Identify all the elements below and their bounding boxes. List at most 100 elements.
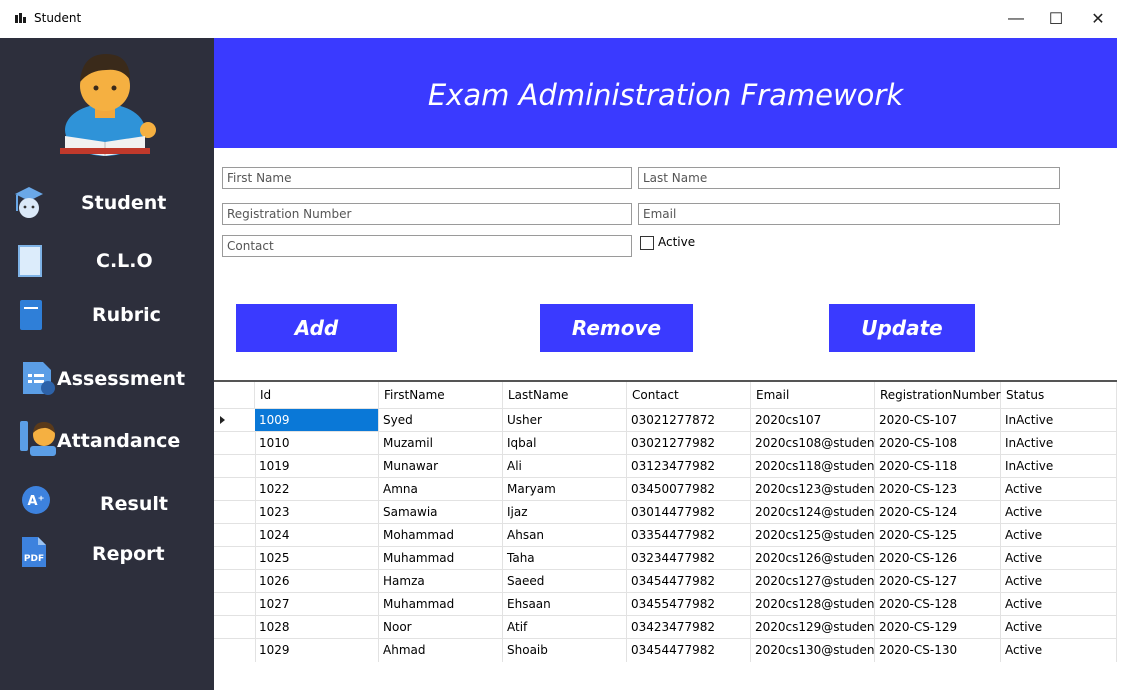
cell-lastname[interactable]: Saeed — [503, 570, 627, 593]
cell-id[interactable]: 1027 — [255, 593, 379, 616]
cell-status[interactable]: Active — [1001, 524, 1117, 547]
cell-email[interactable]: 2020cs107 — [751, 409, 875, 432]
cell-contact[interactable]: 03423477982 — [627, 616, 751, 639]
cell-lastname[interactable]: Ijaz — [503, 501, 627, 524]
cell-id[interactable]: 1024 — [255, 524, 379, 547]
row-header[interactable] — [214, 616, 256, 639]
cell-firstname[interactable]: Hamza — [379, 570, 503, 593]
cell-contact[interactable]: 03354477982 — [627, 524, 751, 547]
cell-firstname[interactable]: Muhammad — [379, 547, 503, 570]
row-header[interactable] — [214, 639, 256, 662]
sidebar-item-result[interactable]: A⁺ Result — [0, 477, 214, 527]
cell-email[interactable]: 2020cs125@studen... — [751, 524, 875, 547]
sidebar-item-rubric[interactable]: Rubric — [0, 290, 214, 340]
cell-firstname[interactable]: Syed — [379, 409, 503, 432]
students-grid[interactable]: Id FirstName LastName Contact Email Regi… — [214, 380, 1117, 692]
cell-contact[interactable]: 03234477982 — [627, 547, 751, 570]
cell-contact[interactable]: 03450077982 — [627, 478, 751, 501]
table-row[interactable]: 1009 Syed Usher 03021277872 2020cs107 2020-CS… — [214, 408, 1117, 432]
table-row[interactable]: 1022 Amna Maryam 03450077982 2020cs123@stude… — [214, 477, 1117, 501]
row-header[interactable] — [214, 432, 256, 455]
cell-lastname[interactable]: Usher — [503, 409, 627, 432]
cell-status[interactable]: Active — [1001, 478, 1117, 501]
table-row[interactable]: 1028 Noor Atif 03423477982 2020cs129@studen.… — [214, 615, 1117, 639]
cell-firstname[interactable]: Ahmad — [379, 639, 503, 662]
registration-number-field[interactable] — [222, 203, 632, 225]
column-header-contact[interactable]: Contact — [627, 382, 751, 408]
cell-id[interactable]: 1022 — [255, 478, 379, 501]
table-row[interactable]: 1026 Hamza Saeed 03454477982 2020cs127@stude… — [214, 569, 1117, 593]
cell-lastname[interactable]: Maryam — [503, 478, 627, 501]
table-row[interactable]: 1025 Muhammad Taha 03234477982 2020cs126@stu… — [214, 546, 1117, 570]
column-header-lastname[interactable]: LastName — [503, 382, 627, 408]
column-header-firstname[interactable]: FirstName — [379, 382, 503, 408]
close-button[interactable]: ✕ — [1075, 4, 1121, 34]
cell-email[interactable]: 2020cs108@studen... — [751, 432, 875, 455]
cell-registration-number[interactable]: 2020-CS-118 — [875, 455, 1001, 478]
column-header-email[interactable]: Email — [751, 382, 875, 408]
cell-email[interactable]: 2020cs127@studen... — [751, 570, 875, 593]
cell-registration-number[interactable]: 2020-CS-123 — [875, 478, 1001, 501]
row-header[interactable] — [214, 547, 256, 570]
row-header[interactable] — [214, 570, 256, 593]
cell-lastname[interactable]: Taha — [503, 547, 627, 570]
row-header[interactable] — [214, 501, 256, 524]
sidebar-item-student[interactable]: Student — [0, 178, 214, 228]
table-row[interactable]: 1019 Munawar Ali 03123477982 2020cs118@stude… — [214, 454, 1117, 478]
cell-registration-number[interactable]: 2020-CS-128 — [875, 593, 1001, 616]
cell-status[interactable]: InActive — [1001, 409, 1117, 432]
cell-id[interactable]: 1009 — [255, 409, 379, 432]
update-button[interactable]: Update — [829, 304, 975, 352]
column-header-id[interactable]: Id — [255, 382, 379, 408]
cell-id[interactable]: 1010 — [255, 432, 379, 455]
add-button[interactable]: Add — [236, 304, 397, 352]
cell-contact[interactable]: 03455477982 — [627, 593, 751, 616]
cell-contact[interactable]: 03454477982 — [627, 570, 751, 593]
cell-firstname[interactable]: Mohammad — [379, 524, 503, 547]
column-header-status[interactable]: Status — [1001, 382, 1117, 408]
row-header[interactable] — [214, 524, 256, 547]
cell-lastname[interactable]: Shoaib — [503, 639, 627, 662]
cell-registration-number[interactable]: 2020-CS-129 — [875, 616, 1001, 639]
cell-email[interactable]: 2020cs126@studen... — [751, 547, 875, 570]
maximize-button[interactable]: ☐ — [1033, 4, 1079, 34]
cell-contact[interactable]: 03454477982 — [627, 639, 751, 662]
cell-lastname[interactable]: Ahsan — [503, 524, 627, 547]
table-row[interactable]: 1024 Mohammad Ahsan 03354477982 2020cs125@st… — [214, 523, 1117, 547]
cell-email[interactable]: 2020cs124@studen... — [751, 501, 875, 524]
cell-id[interactable]: 1019 — [255, 455, 379, 478]
cell-firstname[interactable]: Amna — [379, 478, 503, 501]
cell-lastname[interactable]: Ehsaan — [503, 593, 627, 616]
cell-status[interactable]: Active — [1001, 639, 1117, 662]
first-name-field[interactable] — [222, 167, 632, 189]
row-header[interactable] — [214, 478, 256, 501]
cell-id[interactable]: 1025 — [255, 547, 379, 570]
cell-id[interactable]: 1023 — [255, 501, 379, 524]
cell-email[interactable]: 2020cs128@studen... — [751, 593, 875, 616]
cell-status[interactable]: Active — [1001, 501, 1117, 524]
cell-status[interactable]: Active — [1001, 616, 1117, 639]
sidebar-item-clo[interactable]: C.L.O — [0, 236, 214, 286]
cell-firstname[interactable]: Samawia — [379, 501, 503, 524]
cell-status[interactable]: Active — [1001, 570, 1117, 593]
remove-button[interactable]: Remove — [540, 304, 693, 352]
sidebar-item-assessment[interactable]: Assessment — [0, 352, 214, 402]
contact-field[interactable] — [222, 235, 632, 257]
cell-contact[interactable]: 03014477982 — [627, 501, 751, 524]
email-field[interactable] — [638, 203, 1060, 225]
cell-firstname[interactable]: Noor — [379, 616, 503, 639]
cell-id[interactable]: 1026 — [255, 570, 379, 593]
cell-registration-number[interactable]: 2020-CS-107 — [875, 409, 1001, 432]
cell-lastname[interactable]: Iqbal — [503, 432, 627, 455]
cell-status[interactable]: InActive — [1001, 455, 1117, 478]
sidebar-item-attendance[interactable]: Attandance — [0, 413, 214, 463]
last-name-field[interactable] — [638, 167, 1060, 189]
row-header[interactable] — [214, 455, 256, 478]
table-row[interactable]: 1010 Muzamil Iqbal 03021277982 2020cs108@stu… — [214, 431, 1117, 455]
cell-lastname[interactable]: Ali — [503, 455, 627, 478]
cell-registration-number[interactable]: 2020-CS-125 — [875, 524, 1001, 547]
column-header-registration-number[interactable]: RegistrationNumber — [875, 382, 1001, 408]
table-row[interactable]: 1029 Ahmad Shoaib 03454477982 2020cs130@stud… — [214, 638, 1117, 662]
cell-firstname[interactable]: Muhammad — [379, 593, 503, 616]
sidebar-item-report[interactable]: PDF Report — [0, 530, 214, 580]
